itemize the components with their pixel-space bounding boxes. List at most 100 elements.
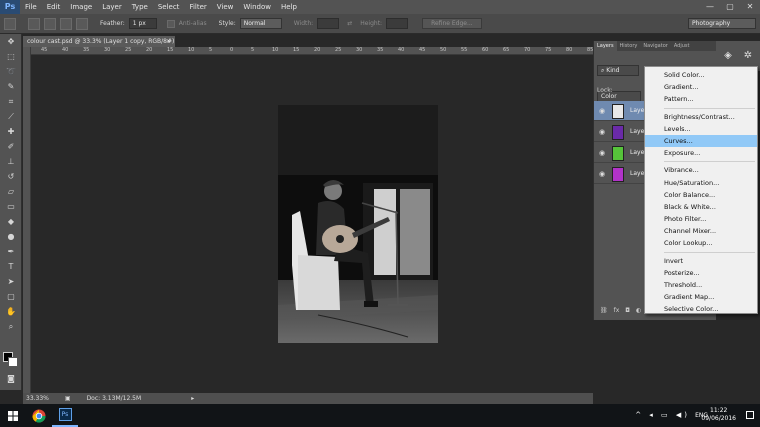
menu-item-photo-filter[interactable]: Photo Filter... [645, 213, 757, 225]
menu-item-solid-color[interactable]: Solid Color... [645, 69, 757, 81]
pen-tool-icon[interactable]: ✒ [0, 244, 22, 259]
eye-icon[interactable]: ◉ [599, 149, 605, 157]
path-select-tool-icon[interactable]: ➤ [0, 274, 22, 289]
refine-edge-button[interactable]: Refine Edge... [422, 18, 482, 29]
lasso-tool-icon[interactable]: ➰ [0, 64, 22, 79]
tab-navigator[interactable]: Navigator [640, 41, 670, 51]
photoshop-taskbar-icon[interactable]: Ps [52, 404, 78, 427]
style-select[interactable]: Normal [239, 18, 282, 29]
menu-window[interactable]: Window [238, 0, 276, 14]
menu-item-brightness-contrast[interactable]: Brightness/Contrast... [645, 111, 757, 123]
quick-mask-icon[interactable]: ◙ [0, 371, 22, 386]
kind-filter-select[interactable]: ⌕ Kind [597, 65, 639, 76]
menu-edit[interactable]: Edit [42, 0, 66, 14]
healing-brush-tool-icon[interactable]: ✚ [0, 124, 22, 139]
guitarist-photo [278, 105, 438, 343]
menu-help[interactable]: Help [276, 0, 302, 14]
horizontal-ruler: 45 40 35 30 25 20 15 10 5 0 5 10 15 20 25 30 35 40 45 50 55 6… [31, 47, 593, 55]
quick-select-tool-icon[interactable]: ✎ [0, 79, 22, 94]
menu-item-threshold[interactable]: Threshold... [645, 279, 757, 291]
dodge-tool-icon[interactable]: ● [0, 229, 22, 244]
menu-item-color-balance[interactable]: Color Balance... [645, 189, 757, 201]
history-brush-tool-icon[interactable]: ↺ [0, 169, 22, 184]
status-arrow-icon[interactable]: ▸ [191, 395, 194, 402]
width-input[interactable] [317, 18, 340, 29]
menu-item-pattern[interactable]: Pattern... [645, 93, 757, 105]
ruler-tick-label: 60 [482, 47, 489, 53]
ruler-tick-label: 50 [440, 47, 447, 53]
eye-icon[interactable]: ◉ [599, 128, 605, 136]
background-color-swatch[interactable] [8, 357, 18, 367]
marquee-tool-icon[interactable]: ⬚ [0, 49, 22, 64]
menu-item-hue-saturation[interactable]: Hue/Saturation... [645, 177, 757, 189]
document-image[interactable] [278, 105, 438, 343]
ruler-tick-label: 25 [335, 47, 342, 53]
fx-icon[interactable]: fx [614, 307, 620, 319]
menu-layer[interactable]: Layer [97, 0, 127, 14]
move-tool-icon[interactable]: ✥ [0, 34, 22, 49]
menu-item-vibrance[interactable]: Vibrance... [645, 164, 757, 176]
menu-item-gradient[interactable]: Gradient... [645, 81, 757, 93]
brush-presets-icon[interactable]: ✲ [740, 47, 756, 63]
menu-item-levels[interactable]: Levels... [645, 123, 757, 135]
menu-select[interactable]: Select [153, 0, 185, 14]
menu-item-curves[interactable]: Curves... [645, 134, 757, 148]
menu-item-channel-mixer[interactable]: Channel Mixer... [645, 225, 757, 237]
clone-stamp-tool-icon[interactable]: ⊥ [0, 154, 22, 169]
eye-icon[interactable]: ◉ [599, 107, 605, 115]
workspace-select[interactable]: Photography [688, 18, 756, 29]
eyedropper-tool-icon[interactable]: ⟋ [0, 109, 22, 124]
taskbar-clock[interactable]: 11:22 09/06/2016 [701, 407, 736, 423]
link-icon[interactable]: ⛓ [600, 307, 608, 319]
tab-history[interactable]: History [617, 41, 641, 51]
menu-item-posterize[interactable]: Posterize... [645, 267, 757, 279]
menu-item-gradient-map[interactable]: Gradient Map... [645, 291, 757, 303]
layer-thumbnail [612, 104, 624, 119]
feather-input[interactable]: 1 px [128, 18, 157, 29]
zoom-tool-icon[interactable]: ⌕ [0, 319, 22, 334]
shape-tool-icon[interactable]: ▢ [0, 289, 22, 304]
menu-filter[interactable]: Filter [184, 0, 211, 14]
tab-adjust[interactable]: Adjust [671, 41, 693, 51]
add-selection-icon[interactable] [44, 17, 56, 30]
antialias-checkbox[interactable] [166, 19, 175, 28]
tab-layers[interactable]: Layers [594, 41, 617, 51]
menu-view[interactable]: View [212, 0, 239, 14]
swap-icon[interactable]: ⇄ [347, 20, 352, 27]
menu-type[interactable]: Type [127, 0, 153, 14]
type-tool-icon[interactable]: T [0, 259, 22, 274]
subtract-selection-icon[interactable] [60, 17, 72, 30]
document-close-icon[interactable]: × [166, 36, 171, 47]
menu-item-invert[interactable]: Invert [645, 255, 757, 267]
adjustment-icon[interactable]: ◐ [636, 307, 641, 319]
new-selection-icon[interactable] [28, 17, 40, 30]
eye-icon[interactable]: ◉ [599, 170, 605, 178]
gradient-tool-icon[interactable]: ▭ [0, 199, 22, 214]
eraser-tool-icon[interactable]: ▱ [0, 184, 22, 199]
ruler-tick-label: 40 [398, 47, 405, 53]
menu-item-exposure[interactable]: Exposure... [645, 147, 757, 159]
system-tray-icons[interactable]: ^ ◂ ▭ ◀) [635, 411, 690, 419]
document-tab[interactable]: colour cast.psd @ 33.3% (Layer 1 copy, R… [23, 36, 175, 47]
zoom-level[interactable]: 33.33% [26, 395, 49, 402]
marquee-tool-preset-icon[interactable] [4, 17, 16, 30]
menu-item-black-white[interactable]: Black & White... [645, 201, 757, 213]
layers-icon[interactable]: ◈ [720, 47, 736, 63]
notifications-icon[interactable] [746, 411, 754, 419]
maximize-button[interactable]: ▢ [720, 0, 740, 14]
blur-tool-icon[interactable]: ◆ [0, 214, 22, 229]
hand-tool-icon[interactable]: ✋ [0, 304, 22, 319]
menu-item-color-lookup[interactable]: Color Lookup... [645, 237, 757, 249]
chrome-icon[interactable] [26, 404, 52, 427]
brush-tool-icon[interactable]: ✐ [0, 139, 22, 154]
minimize-button[interactable]: — [700, 0, 720, 14]
menu-item-selective-color[interactable]: Selective Color... [645, 303, 757, 315]
close-button[interactable]: ✕ [740, 0, 760, 14]
intersect-selection-icon[interactable] [76, 17, 88, 30]
menu-image[interactable]: Image [65, 0, 97, 14]
crop-tool-icon[interactable]: ⌗ [0, 94, 22, 109]
height-input[interactable] [386, 18, 409, 29]
menu-file[interactable]: File [20, 0, 42, 14]
mask-icon[interactable]: ◘ [625, 307, 630, 319]
windows-start-icon[interactable] [0, 404, 26, 427]
